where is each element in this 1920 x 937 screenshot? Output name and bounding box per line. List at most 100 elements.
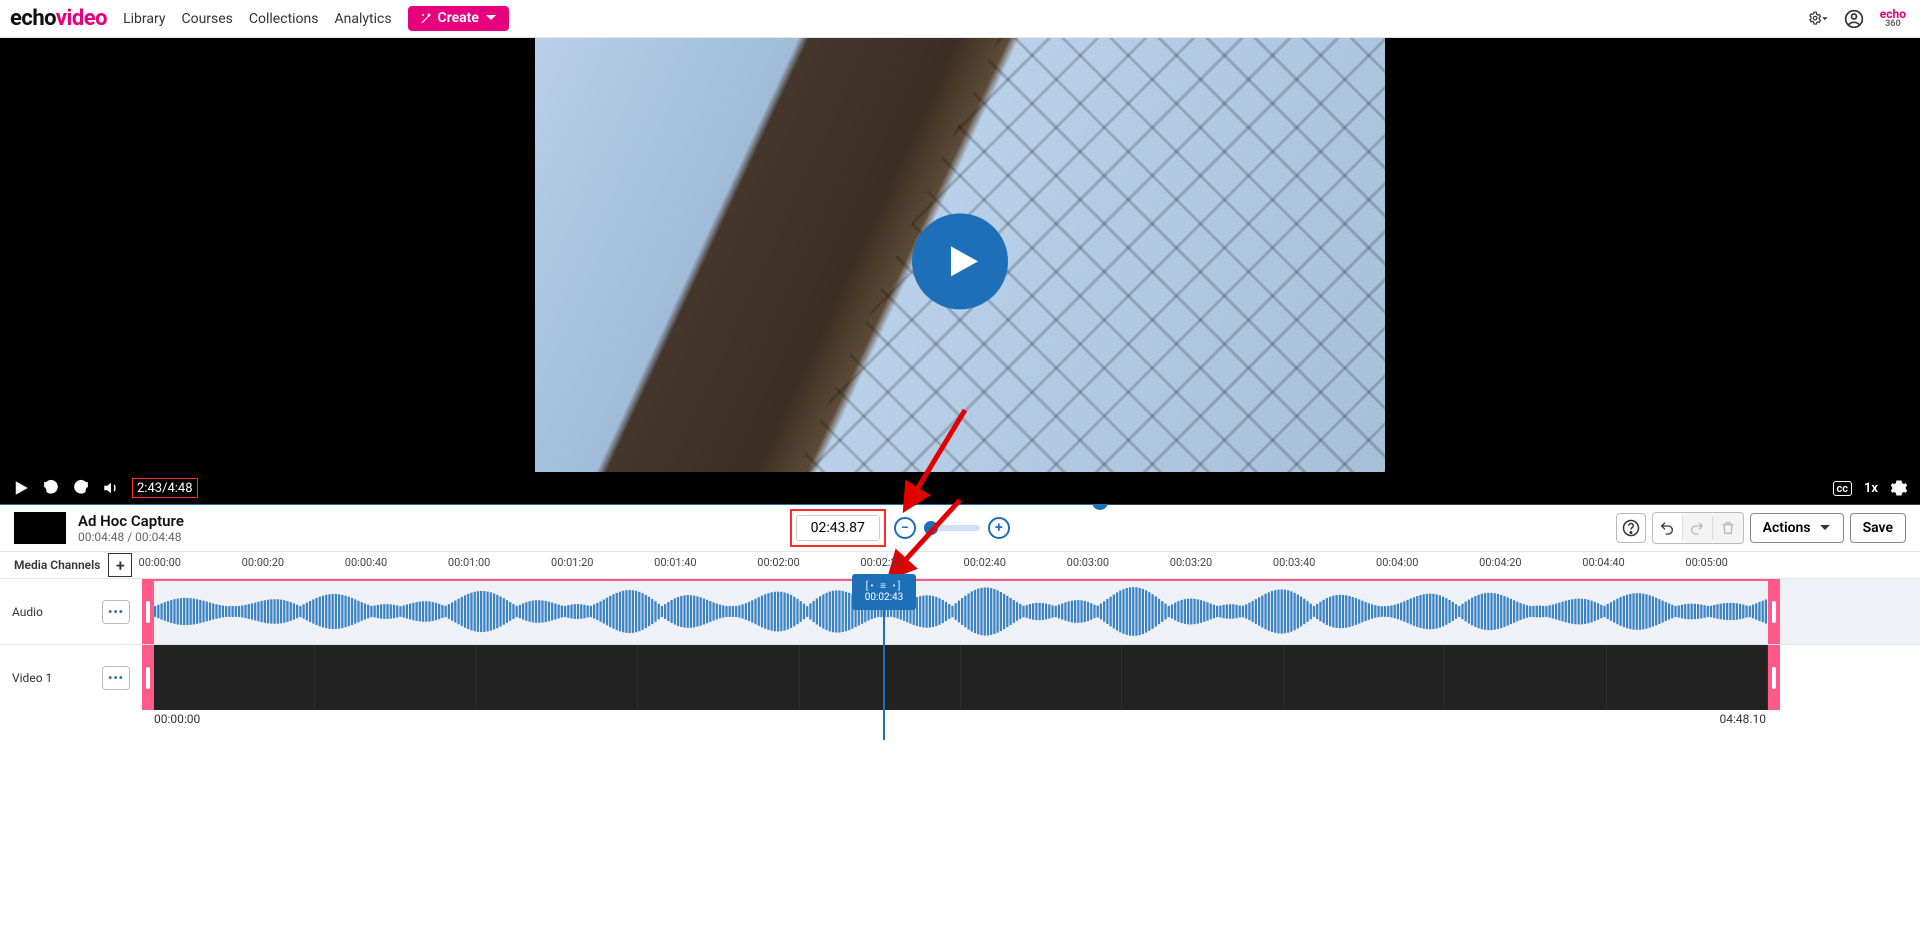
redo-icon bbox=[1689, 520, 1705, 536]
video1-track-menu[interactable]: ••• bbox=[102, 666, 130, 690]
video-player: 2:43/4:48 cc 1x bbox=[0, 38, 1920, 504]
top-nav: echovideo Library Courses Collections An… bbox=[0, 0, 1920, 38]
help-icon bbox=[1622, 519, 1640, 537]
ruler-tick: 00:03:00 bbox=[1067, 556, 1109, 569]
logo-echo: echo bbox=[10, 6, 56, 31]
settings-dropdown[interactable] bbox=[1808, 9, 1828, 29]
nav-courses[interactable]: Courses bbox=[181, 11, 232, 27]
zoom-slider[interactable] bbox=[924, 525, 980, 531]
play-icon bbox=[12, 479, 30, 497]
audio-track-head: Audio ••• bbox=[0, 578, 142, 644]
actions-button[interactable]: Actions bbox=[1750, 513, 1844, 543]
timeline-end-time: 04:48.10 bbox=[1719, 712, 1766, 726]
ruler-tick: 00:01:00 bbox=[448, 556, 490, 569]
forward-button[interactable] bbox=[72, 479, 90, 497]
zoom-slider-thumb[interactable] bbox=[924, 521, 938, 535]
time-input[interactable] bbox=[796, 515, 880, 541]
video-frame-thumb bbox=[1445, 645, 1606, 710]
ruler-tick: 00:05:00 bbox=[1685, 556, 1727, 569]
volume-button[interactable] bbox=[102, 479, 120, 497]
volume-icon bbox=[102, 479, 120, 497]
editor-header: Ad Hoc Capture 00:04:48 / 00:04:48 − + A… bbox=[0, 504, 1920, 552]
audio-track[interactable] bbox=[142, 578, 1920, 644]
video-frame-thumb bbox=[154, 645, 315, 710]
timeline-tracks: [• ≡ •] 00:02:43 bbox=[142, 578, 1920, 710]
video-frame-thumb bbox=[800, 645, 961, 710]
current-time: 2:43 bbox=[137, 481, 162, 496]
clip-title: Ad Hoc Capture bbox=[78, 512, 184, 530]
video-frames bbox=[154, 645, 1768, 710]
video-frame-thumb bbox=[1122, 645, 1283, 710]
ruler-tick: 00:03:20 bbox=[1170, 556, 1212, 569]
help-button[interactable] bbox=[1616, 513, 1646, 543]
time-display: 2:43/4:48 bbox=[132, 478, 198, 498]
nav-analytics[interactable]: Analytics bbox=[335, 11, 392, 27]
logo-video: video bbox=[56, 6, 107, 31]
zoom-out-button[interactable]: − bbox=[894, 517, 916, 539]
clip-thumbnail bbox=[14, 512, 66, 544]
zoom-in-button[interactable]: + bbox=[988, 517, 1010, 539]
video-frame-thumb bbox=[1607, 645, 1768, 710]
ruler-tick: 00:02:20 bbox=[860, 556, 902, 569]
timeline-start-time: 00:00:00 bbox=[154, 712, 200, 726]
rewind-button[interactable] bbox=[42, 479, 60, 497]
timeline-ruler[interactable]: 00:00:00 00:00:20 00:00:40 00:01:00 00:01:20… bbox=[142, 552, 1920, 578]
audio-track-menu[interactable]: ••• bbox=[102, 600, 130, 624]
ruler-tick: 00:03:40 bbox=[1273, 556, 1315, 569]
save-label: Save bbox=[1863, 520, 1893, 536]
play-overlay-button[interactable] bbox=[912, 213, 1008, 309]
ruler-tick: 00:00:40 bbox=[345, 556, 387, 569]
audio-track-label: Audio bbox=[12, 605, 43, 619]
save-button[interactable]: Save bbox=[1850, 513, 1906, 543]
add-channel-button[interactable]: + bbox=[108, 553, 132, 577]
playhead-grip-icon: [• ≡ •] bbox=[866, 581, 903, 592]
redo-button[interactable] bbox=[1683, 513, 1713, 543]
account-button[interactable] bbox=[1844, 9, 1864, 29]
video1-track-head: Video 1 ••• bbox=[0, 644, 142, 710]
duration-time: 4:48 bbox=[167, 481, 192, 496]
echo360-logo[interactable]: echo360 bbox=[1880, 9, 1906, 29]
ruler-tick: 00:02:40 bbox=[964, 556, 1006, 569]
clip-end-handle[interactable] bbox=[1768, 645, 1780, 710]
cc-button[interactable]: cc bbox=[1833, 481, 1852, 496]
player-settings-button[interactable] bbox=[1890, 479, 1908, 497]
delete-button[interactable] bbox=[1713, 513, 1743, 543]
create-button[interactable]: Create bbox=[408, 6, 509, 31]
video-track[interactable] bbox=[142, 644, 1920, 710]
ruler-tick: 00:04:00 bbox=[1376, 556, 1418, 569]
video-frame-thumb bbox=[1284, 645, 1445, 710]
video1-track-label: Video 1 bbox=[12, 671, 52, 685]
clip-times: 00:04:48 / 00:04:48 bbox=[78, 530, 184, 544]
ruler-tick: 00:00:00 bbox=[139, 556, 181, 569]
timeline-footer: 00:00:00 04:48.10 bbox=[142, 710, 1920, 732]
undo-icon bbox=[1659, 520, 1675, 536]
playhead-flag[interactable]: [• ≡ •] 00:02:43 bbox=[852, 574, 916, 610]
time-input-highlight bbox=[790, 509, 886, 547]
video-frame-thumb bbox=[477, 645, 638, 710]
ruler-tick: 00:01:20 bbox=[551, 556, 593, 569]
video-frame-thumb bbox=[961, 645, 1122, 710]
play-icon bbox=[945, 243, 981, 279]
ruler-tick: 00:01:40 bbox=[654, 556, 696, 569]
clip-end-handle[interactable] bbox=[1768, 579, 1780, 644]
wand-icon bbox=[420, 12, 432, 24]
clip-start-handle[interactable] bbox=[142, 645, 154, 710]
ruler-tick: 00:00:20 bbox=[242, 556, 284, 569]
clip-start-handle[interactable] bbox=[142, 579, 154, 644]
video-frame-thumb bbox=[315, 645, 476, 710]
player-controls: 2:43/4:48 cc 1x bbox=[0, 472, 1920, 504]
actions-label: Actions bbox=[1763, 520, 1811, 536]
timeline: Media Channels + Audio ••• Video 1 ••• 0… bbox=[0, 552, 1920, 732]
timeline-left-col: Media Channels + Audio ••• Video 1 ••• bbox=[0, 552, 142, 710]
play-button[interactable] bbox=[12, 479, 30, 497]
gear-icon bbox=[1890, 479, 1908, 497]
logo[interactable]: echovideo bbox=[10, 6, 107, 31]
audio-waveform bbox=[154, 585, 1768, 638]
ruler-tick: 00:02:00 bbox=[757, 556, 799, 569]
speed-button[interactable]: 1x bbox=[1864, 481, 1878, 496]
nav-collections[interactable]: Collections bbox=[249, 11, 319, 27]
undo-button[interactable] bbox=[1653, 513, 1683, 543]
playhead-time: 00:02:43 bbox=[865, 592, 904, 603]
speed-label: 1x bbox=[1864, 481, 1878, 496]
nav-library[interactable]: Library bbox=[123, 11, 165, 27]
